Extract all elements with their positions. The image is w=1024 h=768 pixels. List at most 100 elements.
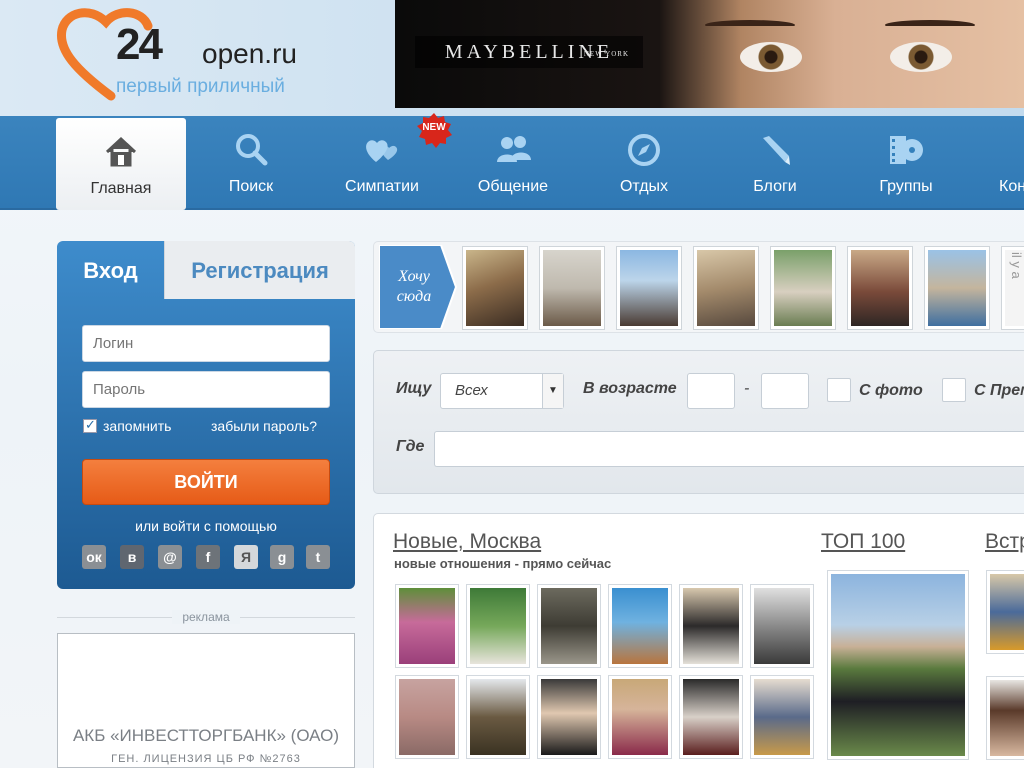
meeting-photo[interactable] <box>986 570 1024 654</box>
nav-label: Группы <box>879 178 933 195</box>
new-badge-label: NEW <box>422 122 446 133</box>
featured-photo[interactable] <box>770 246 836 330</box>
featured-photo[interactable] <box>693 246 759 330</box>
nav-item-blogs[interactable]: Блоги <box>710 116 840 208</box>
alt-login-text: или войти с помощью <box>135 518 277 534</box>
nav-item-groups[interactable]: Группы <box>841 116 971 208</box>
banner-brow-left <box>705 20 795 30</box>
tab-register[interactable]: Регистрация <box>164 241 355 299</box>
nav-label: Блоги <box>753 178 797 195</box>
member-photo[interactable] <box>750 584 814 668</box>
twitter-icon[interactable]: t <box>306 545 330 569</box>
banner-eye-left <box>740 42 802 72</box>
meetings-link[interactable]: Встр <box>985 530 1024 554</box>
looking-for-value: Всех <box>455 382 488 399</box>
banner-eye-right <box>890 42 952 72</box>
tab-login[interactable]: Вход <box>57 241 164 299</box>
new-badge: NEW <box>414 112 454 150</box>
nav-label: Отдых <box>619 178 669 195</box>
member-photo[interactable] <box>395 584 459 668</box>
ad-box[interactable]: АКБ «ИНВЕСТТОРГБАНК» (ОАО) ГЕН. ЛИЦЕНЗИЯ… <box>57 633 355 768</box>
member-photo[interactable] <box>679 584 743 668</box>
where-input[interactable] <box>434 431 1024 467</box>
top100-link[interactable]: ТОП 100 <box>821 530 905 554</box>
member-photo[interactable] <box>466 675 530 759</box>
featured-photo[interactable] <box>462 246 528 330</box>
age-to-input[interactable] <box>761 373 809 409</box>
where-label: Где <box>396 438 425 455</box>
member-photo[interactable] <box>608 675 672 759</box>
new-members-subtitle: новые отношения - прямо сейчас <box>394 556 612 571</box>
facebook-icon[interactable]: f <box>196 545 220 569</box>
featured-photo[interactable] <box>539 246 605 330</box>
member-photo[interactable] <box>608 584 672 668</box>
nav-label: Общение <box>477 178 549 195</box>
main-nav: Главная Поиск Симпатии Общение Отдых Бло… <box>0 116 1024 210</box>
member-photo[interactable] <box>537 584 601 668</box>
search-icon <box>236 134 268 166</box>
compass-icon <box>628 134 660 166</box>
age-label: В возрасте <box>583 380 677 397</box>
chevron-down-icon[interactable]: ▼ <box>542 374 563 408</box>
edge-caption: il y a <box>1005 250 1024 326</box>
banner-brow-right <box>885 20 975 30</box>
ad-banner[interactable]: MAYBELLINE NEW YORK <box>395 0 1024 108</box>
member-photo[interactable] <box>466 584 530 668</box>
people-icon <box>497 136 531 162</box>
login-button[interactable]: ВОЙТИ <box>82 459 330 505</box>
home-icon <box>105 136 137 167</box>
featured-photo[interactable] <box>847 246 913 330</box>
yandex-icon[interactable]: Я <box>234 545 258 569</box>
pencil-icon <box>763 136 790 165</box>
google-icon[interactable]: g <box>270 545 294 569</box>
age-dash: - <box>744 380 750 397</box>
ok-icon[interactable]: ок <box>82 545 106 569</box>
nav-item-home[interactable]: Главная <box>56 118 186 210</box>
hearts-icon <box>366 140 398 162</box>
nav-label: Симпатии <box>345 178 419 195</box>
premium-checkbox[interactable] <box>942 378 966 402</box>
logo-number: 24 <box>116 20 163 69</box>
mail-icon[interactable]: @ <box>158 545 182 569</box>
ad-subtitle: ГЕН. ЛИЦЕНЗИЯ ЦБ РФ №2763 <box>111 753 301 765</box>
looking-for-select[interactable]: Всех ▼ <box>440 373 564 409</box>
login-panel: Вход Регистрация запомнить забыли пароль… <box>57 241 355 589</box>
banner-brand: MAYBELLINE NEW YORK <box>415 36 643 68</box>
featured-photo[interactable] <box>924 246 990 330</box>
member-photo[interactable] <box>750 675 814 759</box>
nav-item-search[interactable]: Поиск <box>186 116 316 208</box>
site-logo[interactable]: 24 open.ru первый приличный <box>56 6 316 106</box>
banner-brand-sub: NEW YORK <box>583 50 629 58</box>
nav-item-contests[interactable]: Кон <box>972 116 1024 208</box>
age-from-input[interactable] <box>687 373 735 409</box>
top100-photo[interactable] <box>827 570 969 760</box>
ad-label: реклама <box>172 610 240 624</box>
with-photo-checkbox[interactable] <box>827 378 851 402</box>
nav-label: Главная <box>90 180 152 197</box>
login-input[interactable] <box>82 325 330 362</box>
featured-photo[interactable] <box>616 246 682 330</box>
password-input[interactable] <box>82 371 330 408</box>
nav-item-chat[interactable]: Общение <box>448 116 578 208</box>
remember-checkbox[interactable]: запомнить <box>83 417 172 434</box>
featured-photo[interactable]: il y a <box>1001 246 1024 330</box>
nav-label: Поиск <box>228 178 274 195</box>
meeting-photo[interactable] <box>986 676 1024 760</box>
want-here-button[interactable]: Хочу сюда <box>378 244 458 330</box>
new-members-link[interactable]: Новые, Москва <box>393 530 541 554</box>
checkbox-checked-icon[interactable] <box>83 417 97 433</box>
premium-label: С Прем <box>974 382 1024 399</box>
member-photo[interactable] <box>395 675 459 759</box>
film-icon <box>890 136 923 164</box>
ad-title: АКБ «ИНВЕСТТОРГБАНК» (ОАО) <box>72 726 340 745</box>
vk-icon[interactable]: в <box>120 545 144 569</box>
with-photo-label: С фото <box>859 382 923 399</box>
member-photo[interactable] <box>537 675 601 759</box>
logo-domain: open.ru <box>202 38 297 69</box>
search-panel <box>373 350 1024 494</box>
member-photo[interactable] <box>679 675 743 759</box>
nav-item-leisure[interactable]: Отдых <box>579 116 709 208</box>
want-here-label: Хочу сюда <box>396 268 432 305</box>
forgot-password-link[interactable]: забыли пароль? <box>211 418 317 434</box>
remember-label: запомнить <box>103 418 172 434</box>
